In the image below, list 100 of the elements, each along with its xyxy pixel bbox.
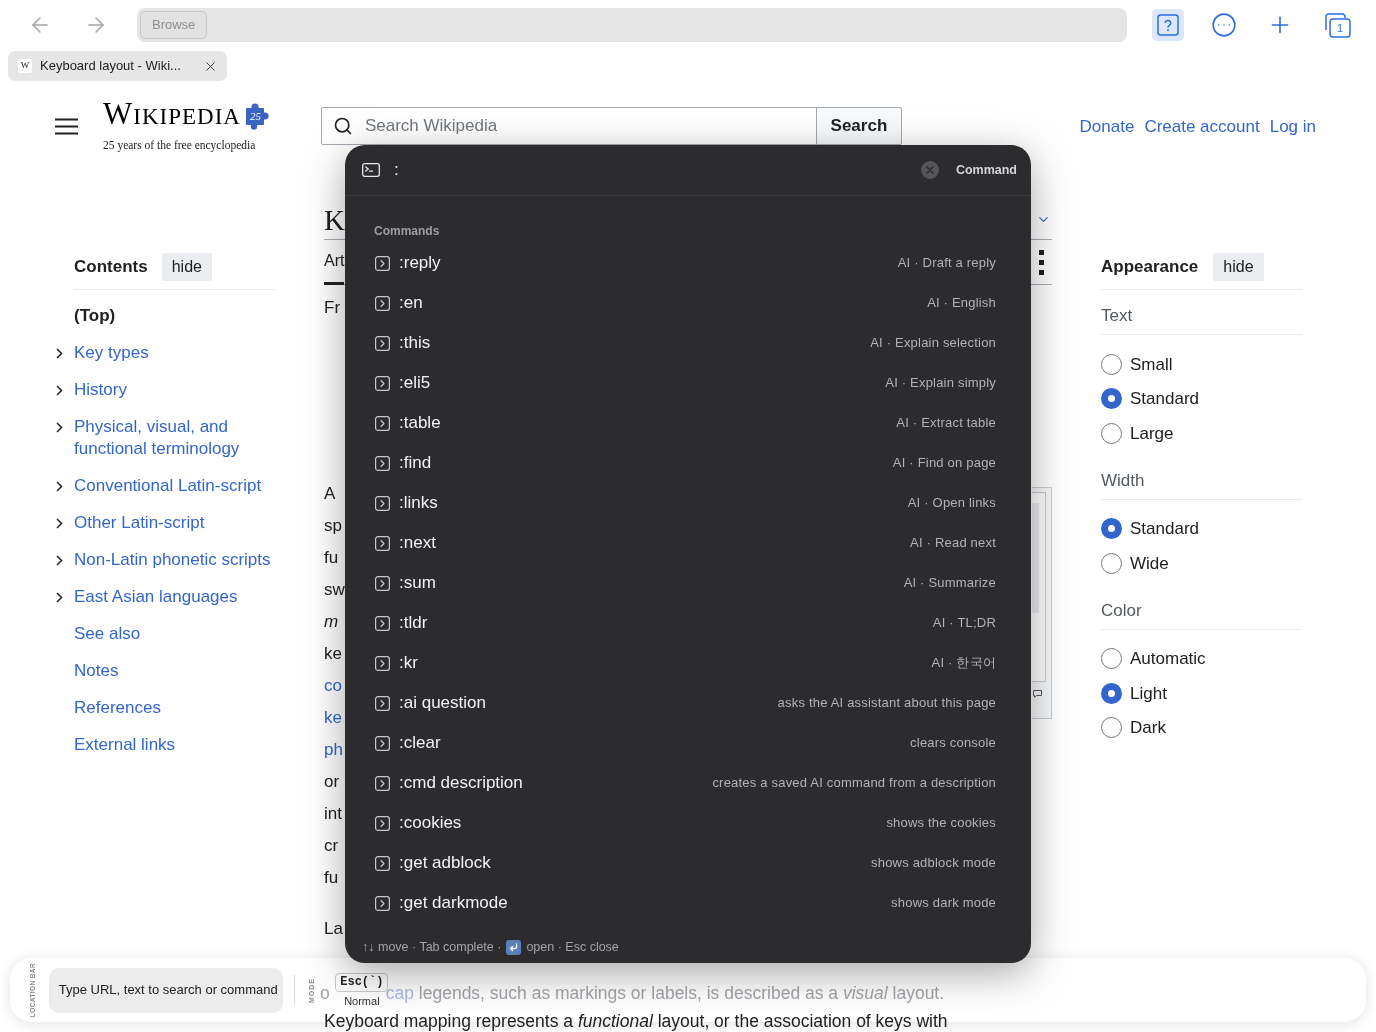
chevron-square-icon xyxy=(375,655,390,671)
menu-icon[interactable] xyxy=(55,118,78,135)
chevron-right-icon[interactable] xyxy=(56,347,63,359)
article-text: fu xyxy=(324,547,339,569)
chevron-square-icon xyxy=(375,575,390,591)
header-link[interactable]: Log in xyxy=(1269,116,1316,138)
header-link[interactable]: Create account xyxy=(1144,116,1260,138)
contents-heading: Contents xyxy=(74,256,148,279)
help-button[interactable] xyxy=(1152,9,1184,41)
tabs-button[interactable]: 1 xyxy=(1323,12,1351,38)
radio-button[interactable] xyxy=(1101,518,1122,540)
article-text: La xyxy=(324,918,343,940)
more-vertical-icon[interactable] xyxy=(1039,249,1044,275)
speech-bubble-icon[interactable] xyxy=(1033,690,1042,698)
section-label: Commands xyxy=(374,224,440,238)
contents-link[interactable]: History xyxy=(74,379,127,401)
contents-link[interactable]: East Asian languages xyxy=(74,586,238,608)
command-name[interactable]: :get adblock xyxy=(399,850,491,876)
favicon: W xyxy=(18,59,32,73)
mode-label: Command xyxy=(955,161,1017,179)
article-text: ke xyxy=(324,643,342,665)
option-label[interactable]: Standard xyxy=(1130,386,1199,412)
command-description: AI · TL;DR xyxy=(932,614,996,633)
radio-button[interactable] xyxy=(1101,353,1122,375)
command-description: AI · Explain selection xyxy=(870,334,996,353)
option-label[interactable]: Wide xyxy=(1130,550,1169,576)
hide-button[interactable]: hide xyxy=(1213,253,1264,281)
command-name[interactable]: :links xyxy=(399,490,438,516)
more-icon[interactable] xyxy=(1211,12,1237,38)
chevron-square-icon xyxy=(375,295,390,311)
contents-link[interactable]: Conventional Latin-script xyxy=(74,475,262,497)
contents-link[interactable]: References xyxy=(74,697,161,719)
command-name[interactable]: :cookies xyxy=(399,810,462,836)
command-name[interactable]: :get darkmode xyxy=(399,890,508,916)
chevron-square-icon xyxy=(375,815,390,831)
option-label[interactable]: Dark xyxy=(1130,715,1166,741)
command-name[interactable]: :table xyxy=(399,410,441,436)
chevron-right-icon[interactable] xyxy=(56,517,63,529)
option-label[interactable]: Light xyxy=(1130,680,1167,706)
chevron-square-icon xyxy=(375,535,390,551)
contents-link[interactable]: See also xyxy=(74,623,141,645)
option-label[interactable]: Automatic xyxy=(1130,646,1206,672)
option-label[interactable]: Standard xyxy=(1130,516,1199,542)
command-name[interactable]: :ai question xyxy=(399,690,486,716)
chevron-right-icon[interactable] xyxy=(56,554,63,566)
browser-tab[interactable]: W Keyboard layout - Wiki... xyxy=(8,51,227,81)
url-field[interactable]: Type URL, text to search or command xyxy=(48,967,283,1013)
search-field[interactable]: Search Wikipedia xyxy=(320,107,817,145)
command-input[interactable]: : xyxy=(394,157,921,183)
command-name[interactable]: :next xyxy=(399,530,436,556)
contents-link[interactable]: External links xyxy=(74,734,176,756)
command-name[interactable]: :tldr xyxy=(399,610,428,636)
command-name[interactable]: :cmd description xyxy=(399,770,523,796)
article-link[interactable]: co xyxy=(324,670,342,702)
chevron-square-icon xyxy=(375,895,390,911)
contents-link[interactable]: Key types xyxy=(74,342,149,364)
command-name[interactable]: :kr xyxy=(399,650,418,676)
radio-button[interactable] xyxy=(1101,648,1122,670)
chevron-right-icon[interactable] xyxy=(56,480,63,492)
article-link[interactable]: ph xyxy=(324,734,343,766)
command-description: shows adblock mode xyxy=(871,854,996,873)
contents-link[interactable]: Notes xyxy=(74,660,119,682)
radio-button[interactable] xyxy=(1101,552,1122,574)
contents-link[interactable]: Physical, visual, and functional terminology xyxy=(74,416,289,460)
appearance-heading: Appearance xyxy=(1101,256,1199,279)
contents-link[interactable]: (Top) xyxy=(74,305,116,327)
option-label[interactable]: Small xyxy=(1130,351,1173,377)
command-name[interactable]: :this xyxy=(399,330,431,356)
shortcut-hint: open · Esc close xyxy=(526,938,619,956)
header-link[interactable]: Donate xyxy=(1079,116,1135,138)
command-name[interactable]: :en xyxy=(399,290,423,316)
command-description: shows dark mode xyxy=(891,894,996,913)
shortcut-hint: ↑↓ move · Tab complete · xyxy=(362,938,502,956)
chevron-square-icon xyxy=(375,415,390,431)
hide-button[interactable]: hide xyxy=(161,253,212,281)
contents-link[interactable]: Non-Latin phonetic scripts xyxy=(74,549,271,571)
command-name[interactable]: :sum xyxy=(399,570,436,596)
radio-button[interactable] xyxy=(1101,717,1122,739)
chevron-right-icon[interactable] xyxy=(56,384,63,396)
chevron-right-icon[interactable] xyxy=(56,421,63,433)
command-description: asks the AI assistant about this page xyxy=(777,694,996,713)
article-link[interactable]: ke xyxy=(324,702,342,734)
command-name[interactable]: :reply xyxy=(399,250,441,276)
wikipedia-wordmark[interactable]: WIKIPEDIA xyxy=(103,100,241,131)
contents-link[interactable]: Other Latin-script xyxy=(74,512,205,534)
radio-button[interactable] xyxy=(1101,682,1122,704)
command-description: AI · Extract table xyxy=(896,414,996,433)
radio-button[interactable] xyxy=(1101,388,1122,410)
tagline: 25 years of the free encyclopedia xyxy=(103,138,256,152)
command-name[interactable]: :eli5 xyxy=(399,370,431,396)
search-button[interactable]: Search xyxy=(815,107,902,145)
command-description: AI · Open links xyxy=(907,494,996,513)
command-name[interactable]: :clear xyxy=(399,730,441,756)
search-icon xyxy=(332,116,353,136)
chevron-right-icon[interactable] xyxy=(56,591,63,603)
option-label[interactable]: Large xyxy=(1130,420,1174,446)
command-name[interactable]: :find xyxy=(399,450,432,476)
chevron-square-icon xyxy=(375,855,390,871)
radio-button[interactable] xyxy=(1101,422,1122,444)
article-text: sp xyxy=(324,515,342,537)
